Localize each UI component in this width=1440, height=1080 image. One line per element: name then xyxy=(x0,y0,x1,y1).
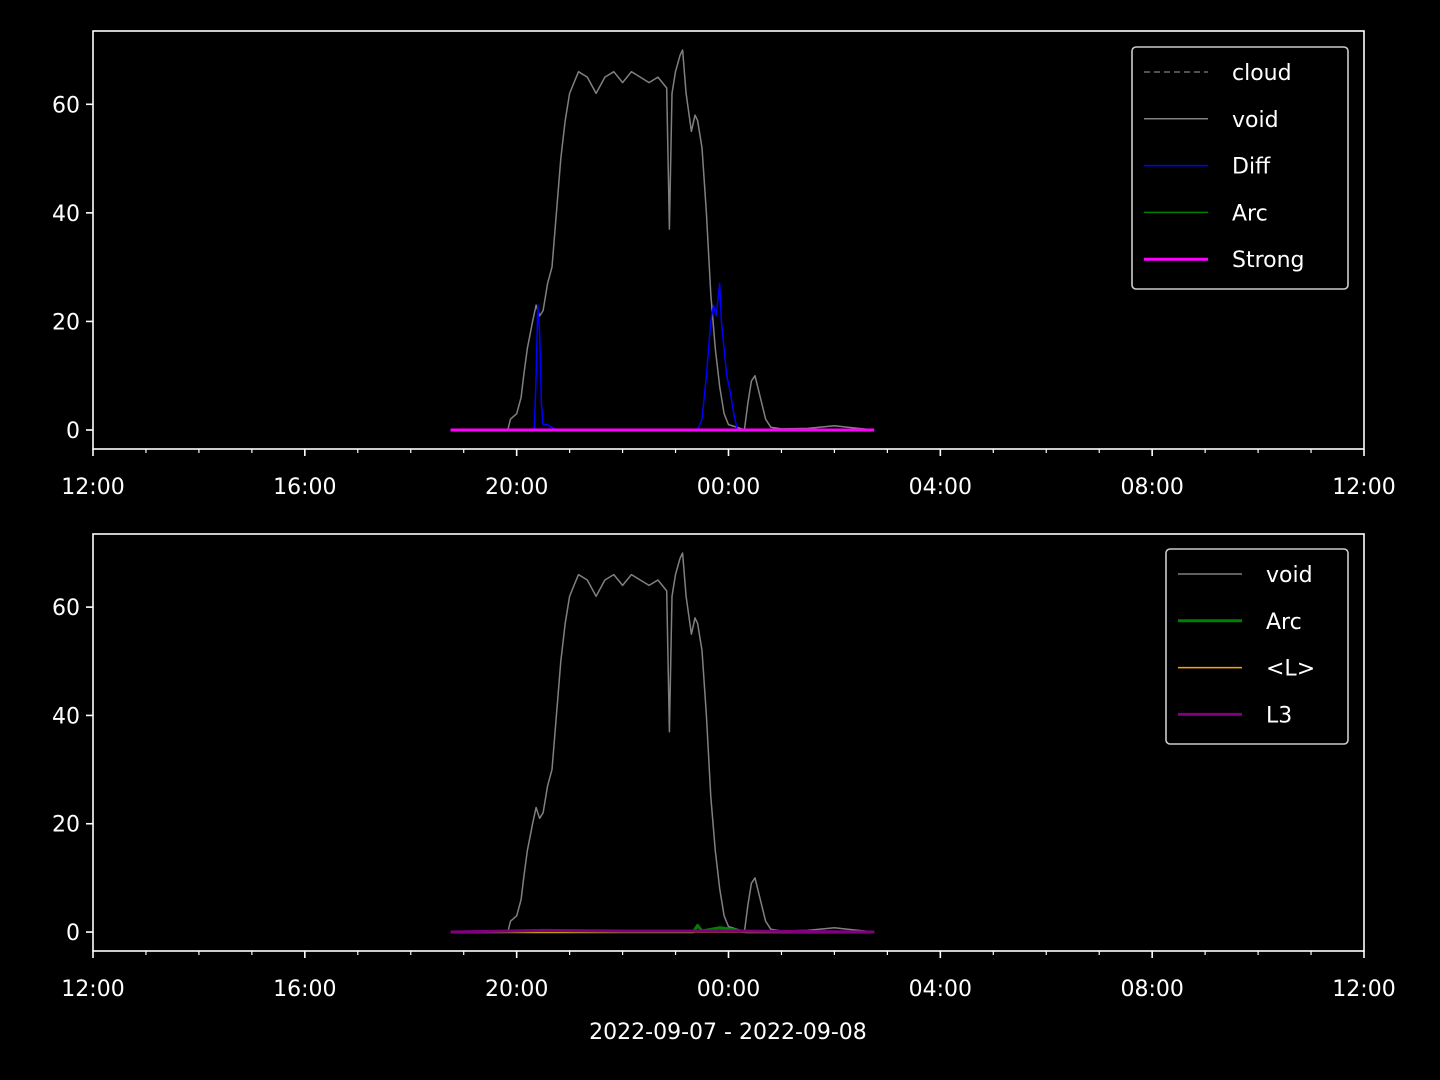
legend: cloud void Diff Arc Strong xyxy=(1131,46,1349,290)
legend-label: void xyxy=(1232,108,1279,133)
x-tick-label: 20:00 xyxy=(485,475,548,500)
y-tick-label: 20 xyxy=(52,813,80,838)
x-tick-label: 12:00 xyxy=(61,977,124,1002)
legend: void Arc <L> L3 xyxy=(1165,548,1349,745)
legend-label: <L> xyxy=(1266,657,1315,682)
y-tick-label: 0 xyxy=(66,921,80,946)
legend-label: Arc xyxy=(1266,610,1302,635)
y-tick-label: 40 xyxy=(52,202,80,227)
x-tick-label: 20:00 xyxy=(485,977,548,1002)
x-tick-label: 12:00 xyxy=(1332,475,1395,500)
legend-label: Strong xyxy=(1232,248,1305,273)
y-tick-label: 20 xyxy=(52,310,80,335)
x-tick-label: 00:00 xyxy=(697,977,760,1002)
x-tick-label: 12:00 xyxy=(1332,977,1395,1002)
x-tick-label: 08:00 xyxy=(1120,977,1183,1002)
x-axis-label: 2022-09-07 - 2022-09-08 xyxy=(589,1020,867,1045)
figure: 0 20 40 60 12:00 16:00 20:00 00:00 04:00 08:00 12:… xyxy=(0,0,1440,1080)
legend-label: Arc xyxy=(1232,201,1268,226)
legend-label: Diff xyxy=(1232,155,1271,180)
x-tick-label: 12:00 xyxy=(61,475,124,500)
y-tick-label: 60 xyxy=(52,596,80,621)
series-line-l3 xyxy=(450,928,875,934)
y-tick-label: 0 xyxy=(66,419,80,444)
legend-label: void xyxy=(1266,563,1313,588)
x-tick-label: 16:00 xyxy=(273,977,336,1002)
y-tick-label: 40 xyxy=(52,704,80,729)
x-tick-label: 04:00 xyxy=(909,977,972,1002)
y-tick-label: 60 xyxy=(52,93,80,118)
x-tick-label: 00:00 xyxy=(697,475,760,500)
x-tick-label: 04:00 xyxy=(909,475,972,500)
x-tick-label: 08:00 xyxy=(1120,475,1183,500)
x-tick-label: 16:00 xyxy=(273,475,336,500)
legend-label: L3 xyxy=(1266,703,1292,728)
legend-label: cloud xyxy=(1232,61,1292,86)
